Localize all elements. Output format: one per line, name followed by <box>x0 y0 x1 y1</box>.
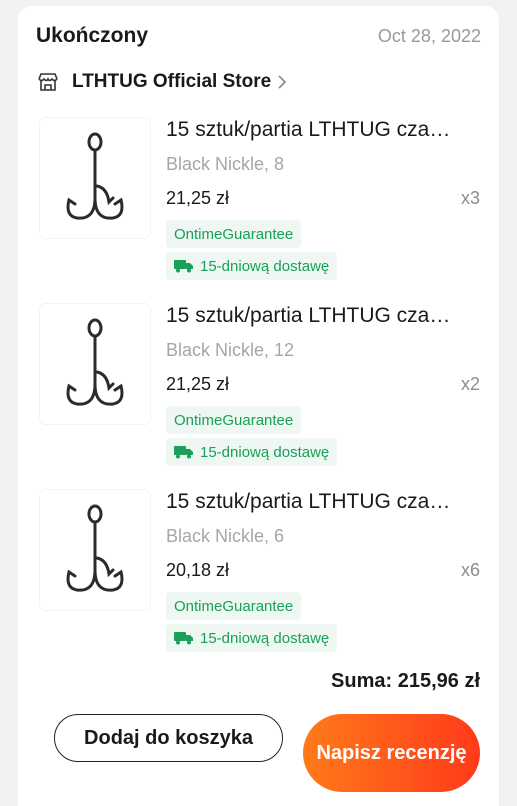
delivery-truck-icon <box>174 260 193 273</box>
order-date: Oct 28, 2022 <box>377 26 481 46</box>
order-item[interactable]: 15 sztuk/partia LTHTUG cza… Black Nickle… <box>18 304 499 479</box>
product-price: 21,25 zł <box>166 374 230 394</box>
write-review-button[interactable]: Napisz recenzję <box>303 714 480 792</box>
delivery-truck-icon <box>174 446 193 459</box>
guarantee-label: OntimeGuarantee <box>174 597 294 615</box>
product-image[interactable] <box>40 490 150 610</box>
chevron-right-icon <box>278 75 287 89</box>
product-price: 21,25 zł <box>166 188 230 208</box>
order-header: Ukończony Oct 28, 2022 <box>36 24 481 56</box>
treble-hook-icon <box>66 132 124 220</box>
add-to-cart-button[interactable]: Dodaj do koszyka <box>54 714 283 762</box>
product-title[interactable]: 15 sztuk/partia LTHTUG cza… <box>166 304 484 328</box>
shipping-badge: 15-dniową dostawę <box>166 438 338 466</box>
shipping-badge: 15-dniową dostawę <box>166 624 338 652</box>
product-price: 20,18 zł <box>166 560 230 580</box>
shipping-label: 15-dniową dostawę <box>200 257 330 275</box>
product-title[interactable]: 15 sztuk/partia LTHTUG cza… <box>166 490 484 514</box>
product-image[interactable] <box>40 304 150 424</box>
store-link[interactable]: LTHTUG Official Store <box>36 68 287 96</box>
ontime-guarantee-badge: OntimeGuarantee <box>166 220 302 248</box>
order-item[interactable]: 15 sztuk/partia LTHTUG cza… Black Nickle… <box>18 118 499 293</box>
order-item[interactable]: 15 sztuk/partia LTHTUG cza… Black Nickle… <box>18 490 499 665</box>
shipping-label: 15-dniową dostawę <box>200 629 330 647</box>
order-total: Suma: 215,96 zł <box>331 670 480 692</box>
product-variant: Black Nickle, 8 <box>166 154 285 174</box>
product-quantity: x6 <box>460 560 480 580</box>
order-card: Ukończony Oct 28, 2022 LTHTUG Official S… <box>18 6 499 806</box>
product-variant: Black Nickle, 6 <box>166 526 285 546</box>
store-icon <box>38 73 58 91</box>
order-status: Ukończony <box>36 24 149 47</box>
guarantee-label: OntimeGuarantee <box>174 225 294 243</box>
treble-hook-icon <box>66 318 124 406</box>
treble-hook-icon <box>66 504 124 592</box>
ontime-guarantee-badge: OntimeGuarantee <box>166 406 302 434</box>
product-variant: Black Nickle, 12 <box>166 340 295 360</box>
delivery-truck-icon <box>174 632 193 645</box>
product-title[interactable]: 15 sztuk/partia LTHTUG cza… <box>166 118 484 142</box>
shipping-badge: 15-dniową dostawę <box>166 252 338 280</box>
product-image[interactable] <box>40 118 150 238</box>
shipping-label: 15-dniową dostawę <box>200 443 330 461</box>
product-quantity: x2 <box>460 374 480 394</box>
product-quantity: x3 <box>460 188 480 208</box>
ontime-guarantee-badge: OntimeGuarantee <box>166 592 302 620</box>
guarantee-label: OntimeGuarantee <box>174 411 294 429</box>
store-name: LTHTUG Official Store <box>72 71 272 92</box>
